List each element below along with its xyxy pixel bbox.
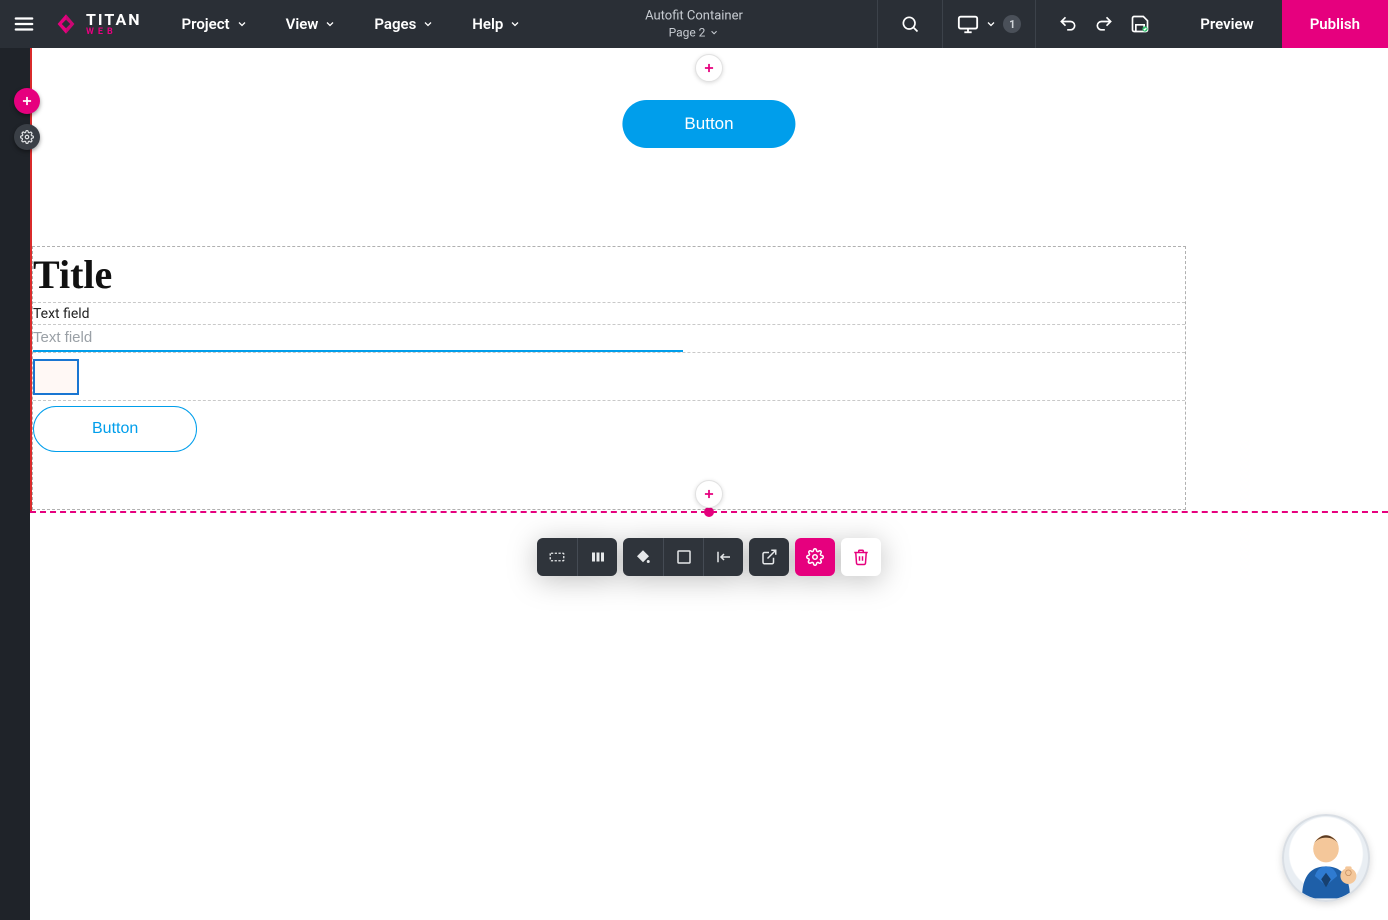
toolbar-columns-button[interactable]: [577, 538, 617, 576]
document-page: Page 2: [669, 26, 706, 40]
logo-mark-icon: [52, 10, 80, 38]
autofit-container[interactable]: Title Text field Button: [32, 246, 1186, 510]
toolbar-border-button[interactable]: [663, 538, 703, 576]
document-title-block[interactable]: Autofit Container Page 2: [645, 9, 743, 40]
chevron-down-icon: [985, 18, 997, 30]
mascot-icon: [1286, 820, 1366, 900]
chevron-down-icon: [509, 18, 521, 30]
toolbar-segment-layout: [537, 538, 617, 576]
canvas-primary-button[interactable]: Button: [622, 100, 795, 148]
columns-icon: [589, 548, 607, 566]
plus-icon: [20, 94, 34, 108]
toolbar-segment-link: [749, 538, 789, 576]
menu-project-label: Project: [182, 15, 230, 33]
align-left-icon: [715, 548, 733, 566]
left-rail: [0, 48, 30, 920]
hamburger-menu-button[interactable]: [0, 0, 48, 48]
help-avatar-button[interactable]: [1282, 814, 1370, 902]
add-section-above-button[interactable]: [695, 54, 723, 82]
publish-button[interactable]: Publish: [1282, 0, 1388, 48]
design-canvas[interactable]: Button Title Text field Button: [30, 48, 1388, 920]
preview-button[interactable]: Preview: [1172, 0, 1281, 48]
color-swatch[interactable]: [33, 359, 79, 395]
logo[interactable]: TITAN WEB: [52, 10, 142, 38]
document-page-selector[interactable]: Page 2: [645, 26, 743, 40]
main-menu: Project View Pages Help: [182, 15, 522, 33]
text-field-label-row: Text field: [33, 303, 1185, 325]
text-field-label: Text field: [33, 306, 90, 322]
container-title: Title: [33, 251, 112, 298]
add-section-below-button[interactable]: [695, 480, 723, 508]
plus-icon: [702, 487, 716, 501]
gear-icon: [20, 130, 34, 144]
outline-button-row[interactable]: Button: [33, 401, 1185, 457]
toolbar-delete-button[interactable]: [841, 538, 881, 576]
paint-bucket-icon: [634, 548, 652, 566]
toolbar-select-button[interactable]: [537, 538, 577, 576]
color-swatch-row[interactable]: [33, 353, 1185, 401]
external-link-icon: [760, 548, 778, 566]
chevron-down-icon: [324, 18, 336, 30]
menu-help[interactable]: Help: [472, 15, 521, 33]
menu-project[interactable]: Project: [182, 15, 248, 33]
toolbar-align-button[interactable]: [703, 538, 743, 576]
right-toolbar: 1 Preview Publish: [877, 0, 1388, 48]
desktop-icon: [957, 13, 979, 35]
search-button[interactable]: [896, 10, 924, 38]
menu-view[interactable]: View: [286, 15, 337, 33]
brand-sub: WEB: [86, 28, 142, 37]
toolbar-settings-button[interactable]: [795, 538, 835, 576]
logo-text: TITAN WEB: [86, 12, 142, 37]
gear-icon: [806, 548, 824, 566]
device-preview-group[interactable]: 1: [942, 0, 1035, 48]
toolbar-fill-button[interactable]: [623, 538, 663, 576]
rail-add-button[interactable]: [14, 88, 40, 114]
outline-button-label: Button: [92, 420, 138, 437]
chevron-down-icon: [236, 18, 248, 30]
undo-icon: [1058, 14, 1078, 34]
publish-label: Publish: [1310, 15, 1360, 33]
rail-settings-button[interactable]: [14, 124, 40, 150]
trash-icon: [852, 548, 870, 566]
search-icon: [900, 14, 920, 34]
top-bar: TITAN WEB Project View Pages Help Autofi…: [0, 0, 1388, 48]
floating-toolbar: [537, 538, 881, 576]
canvas-primary-button-label: Button: [684, 114, 733, 133]
brand-name: TITAN: [86, 12, 142, 28]
save-button[interactable]: [1126, 10, 1154, 38]
chevron-down-icon: [422, 18, 434, 30]
preview-label: Preview: [1200, 15, 1253, 33]
selection-icon: [548, 548, 566, 566]
square-icon: [675, 548, 693, 566]
container-title-row[interactable]: Title: [33, 247, 1185, 303]
menu-pages[interactable]: Pages: [374, 15, 434, 33]
menu-view-label: View: [286, 15, 319, 33]
device-count-badge: 1: [1003, 15, 1021, 33]
plus-icon: [702, 61, 716, 75]
hamburger-icon: [13, 13, 35, 35]
document-title: Autofit Container: [645, 9, 743, 24]
menu-help-label: Help: [472, 15, 503, 33]
redo-button[interactable]: [1090, 10, 1118, 38]
save-icon: [1130, 14, 1150, 34]
toolbar-segment-style: [623, 538, 743, 576]
toolbar-open-button[interactable]: [749, 538, 789, 576]
section-resize-handle[interactable]: [704, 507, 714, 517]
redo-icon: [1094, 14, 1114, 34]
chevron-down-icon: [709, 28, 719, 38]
text-field-row[interactable]: [33, 325, 1185, 353]
menu-pages-label: Pages: [374, 15, 416, 33]
text-field-input[interactable]: [33, 325, 683, 352]
outline-button[interactable]: Button: [33, 406, 197, 452]
undo-button[interactable]: [1054, 10, 1082, 38]
